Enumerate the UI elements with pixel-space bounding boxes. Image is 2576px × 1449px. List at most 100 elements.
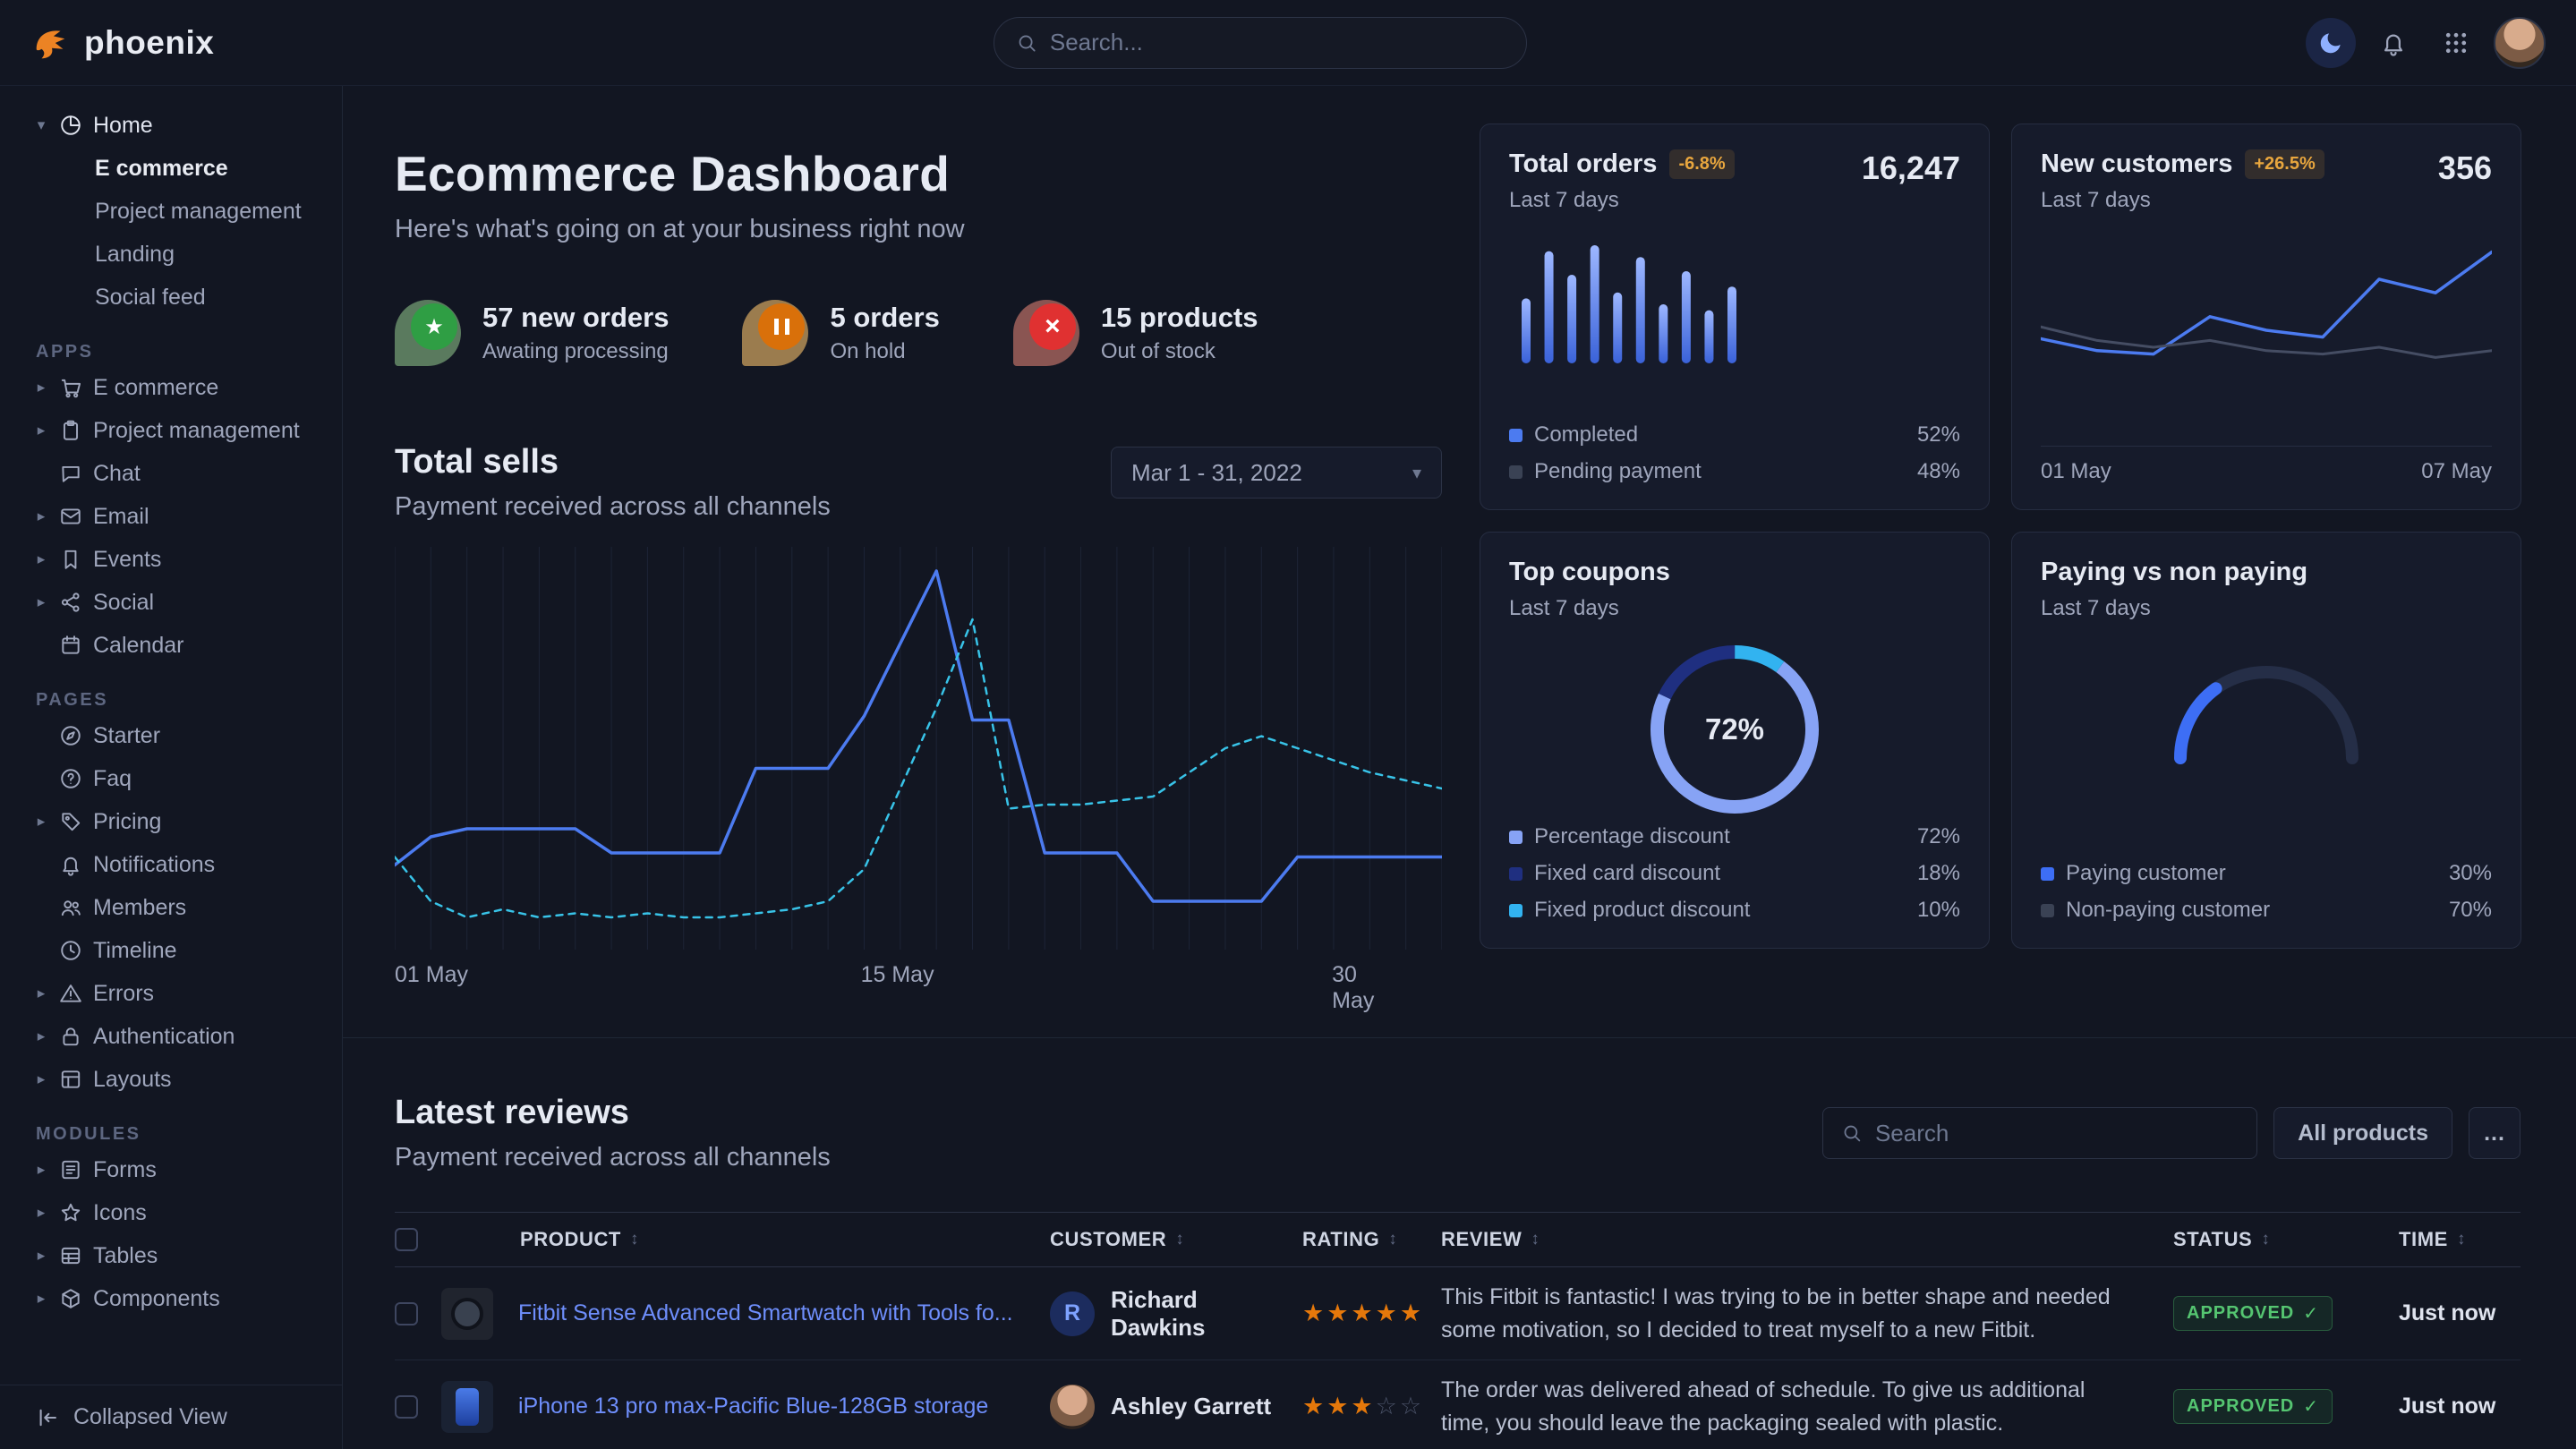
reviews-search-input[interactable]: [1875, 1120, 2239, 1147]
sort-icon: ↕: [1531, 1230, 1540, 1249]
collapse-sidebar-button[interactable]: Collapsed View: [0, 1385, 342, 1449]
all-products-button[interactable]: All products: [2273, 1107, 2452, 1159]
bookmark-icon: [59, 548, 82, 571]
chevron-right-icon: ▸: [34, 1027, 48, 1045]
legend-value: 10%: [1917, 898, 1960, 923]
x-axis-label: 01 May: [2041, 459, 2111, 484]
global-search[interactable]: [994, 17, 1527, 69]
sidebar-item-starter[interactable]: Starter: [34, 714, 326, 757]
sidebar-item-label: Social: [93, 590, 154, 616]
column-header-customer[interactable]: CUSTOMER ↕: [1023, 1228, 1283, 1251]
sidebar-item-ecommerce[interactable]: E commerce: [34, 147, 326, 190]
stat-value: 57 new orders: [482, 302, 669, 334]
reviews-search[interactable]: [1822, 1107, 2257, 1159]
customer-name: Richard Dawkins: [1111, 1286, 1283, 1342]
more-options-button[interactable]: ...: [2469, 1107, 2521, 1159]
column-header-review[interactable]: REVIEW ↕: [1430, 1228, 2173, 1251]
review-time: Just now: [2379, 1394, 2521, 1419]
sidebar-item-calendar[interactable]: Calendar: [34, 624, 326, 667]
sidebar-item-errors[interactable]: ▸ Errors: [34, 972, 326, 1015]
legend-swatch: [2041, 904, 2054, 917]
sidebar-item-tables[interactable]: ▸ Tables: [34, 1234, 326, 1277]
sidebar-item-label: Errors: [93, 981, 154, 1007]
column-header-status[interactable]: STATUS ↕: [2173, 1228, 2379, 1251]
sidebar-item-label: Home: [93, 113, 153, 139]
legend-label: Paying customer: [2066, 861, 2226, 886]
review-time: Just now: [2379, 1300, 2521, 1326]
chevron-right-icon: ▸: [34, 984, 48, 1002]
dark-mode-toggle[interactable]: [2306, 18, 2356, 68]
tag-icon: [59, 810, 82, 833]
sidebar-item-forms[interactable]: ▸ Forms: [34, 1148, 326, 1191]
search-input[interactable]: [1050, 29, 1505, 56]
sidebar-item-members[interactable]: Members: [34, 886, 326, 929]
legend-swatch: [2041, 867, 2054, 881]
sidebar-item-social[interactable]: ▸ Social: [34, 581, 326, 624]
sidebar-item-label: Project management: [93, 418, 300, 444]
stat-out-of-stock: × 15 products Out of stock: [1013, 300, 1258, 366]
sidebar-item-authentication[interactable]: ▸ Authentication: [34, 1015, 326, 1058]
sidebar-item-landing[interactable]: Landing: [34, 233, 326, 276]
row-checkbox[interactable]: [395, 1302, 418, 1325]
x-axis-label: 01 May: [395, 962, 468, 988]
total-orders-value: 16,247: [1862, 149, 1960, 187]
stat-new-orders: ★ 57 new orders Awating processing: [395, 300, 669, 366]
sidebar-item-layouts[interactable]: ▸ Layouts: [34, 1058, 326, 1101]
legend-item: Fixed product discount 10%: [1509, 898, 1960, 923]
stat-label: Out of stock: [1101, 339, 1258, 364]
chevron-right-icon: ▸: [34, 550, 48, 568]
column-header-rating[interactable]: RATING ↕: [1283, 1228, 1430, 1251]
table-row: iPhone 13 pro max-Pacific Blue-128GB sto…: [395, 1360, 2521, 1449]
collapse-label: Collapsed View: [73, 1404, 227, 1430]
date-range-value: Mar 1 - 31, 2022: [1131, 459, 1302, 487]
total-orders-bar-chart: [1522, 245, 1736, 363]
sidebar-item-notifications[interactable]: Notifications: [34, 843, 326, 886]
sidebar-item-timeline[interactable]: Timeline: [34, 929, 326, 972]
sort-icon: ↕: [2261, 1230, 2270, 1249]
sidebar-item-email[interactable]: ▸ Email: [34, 495, 326, 538]
legend-item: Paying customer 30%: [2041, 861, 2492, 886]
apps-grid-button[interactable]: [2431, 18, 2481, 68]
sidebar-item-social-feed[interactable]: Social feed: [34, 276, 326, 319]
legend-value: 18%: [1917, 861, 1960, 886]
brand[interactable]: phoenix: [30, 22, 214, 64]
product-link[interactable]: iPhone 13 pro max-Pacific Blue-128GB sto…: [518, 1392, 988, 1421]
product-thumbnail-smartwatch: [441, 1288, 493, 1340]
user-avatar[interactable]: [2494, 17, 2546, 69]
legend-label: Fixed card discount: [1534, 861, 1720, 886]
sidebar-section-modules: MODULES: [36, 1124, 326, 1145]
compass-icon: [59, 724, 82, 747]
sidebar-item-icons[interactable]: ▸ Icons: [34, 1191, 326, 1234]
sidebar-item-pricing[interactable]: ▸ Pricing: [34, 800, 326, 843]
notifications-button[interactable]: [2368, 18, 2418, 68]
card-title: Total orders: [1509, 149, 1657, 179]
page-title: Ecommerce Dashboard: [395, 145, 1442, 202]
sidebar-item-ecommerce-app[interactable]: ▸ E commerce: [34, 366, 326, 409]
sidebar-item-project-management-app[interactable]: ▸ Project management: [34, 409, 326, 452]
sidebar-item-label: Events: [93, 547, 161, 573]
sidebar-item-label: Email: [93, 504, 149, 530]
new-customers-value: 356: [2438, 149, 2492, 187]
chevron-right-icon: ▸: [34, 593, 48, 611]
column-header-time[interactable]: TIME ↕: [2379, 1228, 2521, 1251]
sidebar: ▾ Home E commerce Project management Lan…: [0, 86, 343, 1449]
product-link[interactable]: Fitbit Sense Advanced Smartwatch with To…: [518, 1299, 1013, 1328]
sidebar-item-label: Icons: [93, 1200, 147, 1226]
sidebar-item-events[interactable]: ▸ Events: [34, 538, 326, 581]
legend-value: 70%: [2449, 898, 2492, 923]
pie-chart-icon: [59, 114, 82, 137]
legend-label: Fixed product discount: [1534, 898, 1750, 923]
form-icon: [59, 1158, 82, 1181]
chevron-right-icon: ▸: [34, 1204, 48, 1222]
star-badge-icon: ★: [411, 303, 457, 350]
sidebar-item-project-management[interactable]: Project management: [34, 190, 326, 233]
column-header-product[interactable]: PRODUCT ↕: [441, 1228, 1023, 1251]
legend-item: Pending payment 48%: [1509, 459, 1960, 484]
select-all-checkbox[interactable]: [395, 1228, 418, 1251]
sidebar-item-chat[interactable]: Chat: [34, 452, 326, 495]
row-checkbox[interactable]: [395, 1395, 418, 1419]
sidebar-item-home[interactable]: ▾ Home: [34, 104, 326, 147]
sidebar-item-faq[interactable]: Faq: [34, 757, 326, 800]
sidebar-item-components[interactable]: ▸ Components: [34, 1277, 326, 1320]
date-range-select[interactable]: Mar 1 - 31, 2022 ▾: [1111, 447, 1442, 499]
